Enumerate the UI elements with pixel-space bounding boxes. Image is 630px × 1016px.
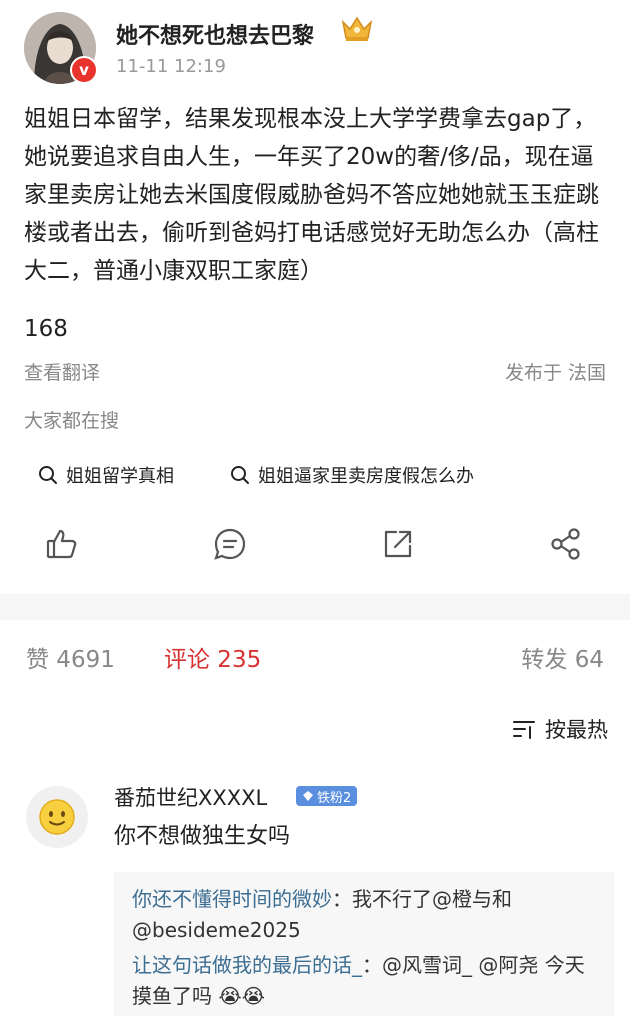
search-icon [39, 466, 57, 484]
search-chip-label: 姐姐逼家里卖房度假怎么办 [258, 466, 474, 487]
sort-icon [513, 721, 535, 739]
reply-nick[interactable]: 你还不懂得时间的微妙 [132, 887, 332, 911]
post-body: 姐姐日本留学，结果发现根本没上大学学费拿去gap了，她说要追求自由人生，一年买了… [24, 106, 599, 284]
post-timestamp: 11-11 12:19 [116, 56, 226, 77]
author-avatar[interactable]: v [24, 12, 98, 84]
translate-link[interactable]: 查看翻译 [24, 358, 100, 385]
commenter-avatar[interactable] [26, 786, 88, 848]
reply-nick[interactable]: 让这句话做我的最后的话_ [132, 953, 362, 977]
sort-button[interactable]: 按最热 [511, 714, 608, 744]
fan-badge: 铁粉2 [296, 786, 358, 806]
verified-badge-icon: v [70, 56, 98, 84]
search-chip-label: 姐姐留学真相 [66, 466, 174, 487]
fan-badge-label: 铁粉2 [317, 790, 352, 806]
like-icon[interactable] [44, 526, 80, 562]
tab-likes[interactable]: 赞 4691 [26, 640, 115, 674]
commenter-name[interactable]: 番茄世纪XXXXL [114, 782, 267, 812]
repost-icon[interactable] [380, 526, 416, 562]
comment-text: 你不想做独生女吗 [114, 824, 291, 849]
comment-icon[interactable] [212, 526, 248, 562]
section-divider [0, 594, 630, 620]
diamond-icon [303, 791, 313, 801]
reply-separator: ： [332, 887, 352, 911]
reply-separator: ： [362, 953, 382, 977]
search-icon [231, 466, 249, 484]
vip-crown-icon [340, 14, 374, 44]
smile-emoji-icon [39, 799, 75, 835]
search-chip[interactable]: 姐姐逼家里卖房度假怎么办 [230, 462, 474, 488]
reply-item[interactable]: 你还不懂得时间的微妙：我不行了@橙与和 @besideme2025 [132, 884, 602, 946]
sort-label: 按最热 [545, 718, 608, 742]
post-location: 发布于 法国 [504, 362, 606, 384]
reply-item[interactable]: 让这句话做我的最后的话_：@风雪词_ @阿尧 今天摸鱼了吗 😭😭 [132, 950, 602, 1012]
tab-reposts[interactable]: 转发 64 [521, 640, 604, 674]
author-name[interactable]: 她不想死也想去巴黎 [116, 18, 314, 50]
view-count: 168 [24, 316, 68, 342]
share-icon[interactable] [548, 526, 584, 562]
search-chip[interactable]: 姐姐留学真相 [38, 462, 174, 488]
tab-comments[interactable]: 评论 235 [164, 640, 261, 674]
replies-box[interactable]: 你还不懂得时间的微妙：我不行了@橙与和 @besideme2025 让这句话做我… [114, 872, 614, 1016]
trending-search-title: 大家都在搜 [24, 410, 120, 432]
